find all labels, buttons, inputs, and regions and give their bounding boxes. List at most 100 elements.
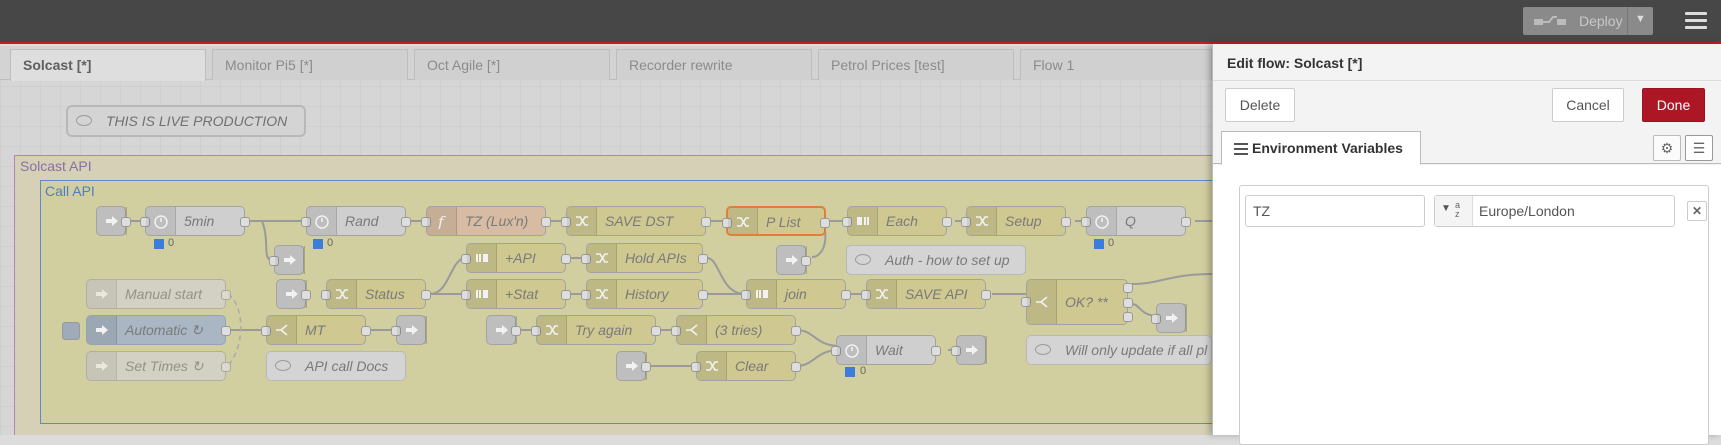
output-port[interactable]: [541, 217, 551, 227]
output-port[interactable]: [561, 290, 571, 300]
panel-title: Edit flow: Solcast [*]: [1227, 55, 1362, 71]
output-port[interactable]: [641, 362, 651, 372]
cancel-button[interactable]: Cancel: [1552, 88, 1624, 122]
inject-node-manual-start[interactable]: Manual start: [86, 279, 231, 309]
output-port[interactable]: [1123, 283, 1133, 293]
change-node-setup[interactable]: Setup: [961, 206, 1071, 236]
tab-solcast[interactable]: Solcast [*]: [10, 49, 206, 81]
change-node-try-again[interactable]: Try again: [531, 315, 661, 345]
delete-button[interactable]: Delete: [1225, 88, 1295, 122]
comment-auth[interactable]: Auth - how to set up: [846, 245, 1026, 275]
comment-live-production[interactable]: THIS IS LIVE PRODUCTION: [66, 105, 306, 137]
inject-arrow-icon: [87, 316, 117, 344]
output-port[interactable]: [1123, 312, 1133, 322]
comment-api-call-docs[interactable]: API call Docs: [266, 351, 406, 381]
join-node-plus-stat[interactable]: +Stat: [461, 279, 571, 309]
link-out-icon: [397, 316, 427, 344]
output-port[interactable]: [651, 326, 661, 336]
output-port[interactable]: [931, 346, 941, 356]
output-port[interactable]: [981, 290, 991, 300]
change-node-save-api[interactable]: SAVE API: [861, 279, 991, 309]
done-button[interactable]: Done: [1642, 88, 1705, 122]
inject-arrow-icon: [87, 352, 117, 380]
link-out-node[interactable]: [269, 245, 305, 275]
change-node-hold-apis[interactable]: Hold APIs: [581, 243, 708, 273]
type-select[interactable]: ▼ az: [1435, 196, 1473, 226]
link-in-node[interactable]: [776, 245, 811, 275]
deploy-dropdown-icon[interactable]: ▼: [1635, 13, 1646, 25]
remove-row-button[interactable]: ✕: [1687, 201, 1707, 221]
tab-environment-variables[interactable]: Environment Variables: [1221, 131, 1421, 165]
output-port[interactable]: [401, 217, 411, 227]
output-port[interactable]: [1061, 217, 1071, 227]
output-port[interactable]: [240, 217, 250, 227]
output-port[interactable]: [361, 326, 371, 336]
join-node-join[interactable]: join: [741, 279, 851, 309]
env-value-input[interactable]: ▼ az Europe/London: [1434, 195, 1675, 227]
function-node-tz[interactable]: f TZ (Lux'n): [421, 206, 551, 236]
output-port[interactable]: [121, 217, 131, 227]
delay-node-5min[interactable]: 5min: [140, 206, 250, 236]
delay-node-rand[interactable]: Rand: [301, 206, 411, 236]
delay-node-q[interactable]: Q: [1081, 206, 1191, 236]
tab-petrol-prices[interactable]: Petrol Prices [test]: [818, 49, 1014, 80]
switch-node-ok[interactable]: OK? **: [1021, 279, 1133, 325]
output-port[interactable]: [820, 218, 830, 228]
join-node-plus-api[interactable]: +API: [461, 243, 571, 273]
link-in-node[interactable]: [276, 279, 311, 309]
list-icon[interactable]: ☰: [1685, 135, 1713, 161]
output-port[interactable]: [841, 290, 851, 300]
hamburger-menu-icon[interactable]: [1685, 12, 1707, 30]
node-label: Hold APIs: [625, 250, 687, 266]
change-node-history[interactable]: History: [581, 279, 708, 309]
link-in-node[interactable]: [486, 315, 521, 345]
node-label: MT: [305, 322, 326, 338]
output-port[interactable]: [1181, 217, 1191, 227]
switch-node-mt[interactable]: MT: [261, 315, 371, 345]
comment-will-update[interactable]: Will only update if all pl: [1026, 335, 1212, 365]
switch-node-three-tries[interactable]: (3 tries): [671, 315, 801, 345]
output-port[interactable]: [221, 326, 231, 336]
node-label: API call Docs: [305, 358, 389, 374]
output-port[interactable]: [421, 290, 431, 300]
change-node-p-list[interactable]: P List: [722, 206, 830, 236]
output-port[interactable]: [561, 254, 571, 264]
output-port[interactable]: [698, 254, 708, 264]
change-node-status[interactable]: Status: [321, 279, 431, 309]
deploy-button[interactable]: Deploy ▼: [1523, 7, 1653, 35]
tab-monitor-pi5[interactable]: Monitor Pi5 [*]: [212, 49, 408, 80]
output-port[interactable]: [221, 290, 231, 300]
change-node-save-dst[interactable]: SAVE DST: [561, 206, 711, 236]
env-var-list: TZ ▼ az Europe/London ✕: [1239, 185, 1709, 445]
output-port[interactable]: [511, 326, 521, 336]
link-out-node[interactable]: [391, 315, 427, 345]
inject-trigger-button[interactable]: [62, 322, 80, 340]
env-name-input[interactable]: TZ: [1245, 195, 1425, 227]
delay-node-wait[interactable]: Wait: [831, 335, 941, 365]
output-port[interactable]: [791, 362, 801, 372]
link-out-node[interactable]: [1151, 303, 1187, 333]
link-in-node[interactable]: [616, 351, 651, 381]
switch-icon: [1027, 280, 1057, 324]
output-port[interactable]: [791, 326, 801, 336]
shuffle-icon: [327, 280, 357, 308]
inject-node-automatic[interactable]: Automatic ↻: [86, 315, 231, 345]
output-port[interactable]: [301, 290, 311, 300]
output-port[interactable]: [942, 217, 952, 227]
output-port[interactable]: [698, 290, 708, 300]
split-node-each[interactable]: Each: [842, 206, 952, 236]
output-port[interactable]: [801, 256, 811, 266]
output-port[interactable]: [1123, 298, 1133, 308]
tab-flow-1[interactable]: Flow 1: [1020, 49, 1212, 80]
link-out-node[interactable]: [951, 335, 987, 365]
output-port[interactable]: [701, 217, 711, 227]
output-port[interactable]: [221, 362, 231, 372]
tab-oct-agile[interactable]: Oct Agile [*]: [414, 49, 610, 80]
gear-icon[interactable]: ⚙: [1653, 135, 1681, 161]
node-label: Auth - how to set up: [885, 252, 1010, 268]
caret-down-icon: ▼: [1441, 203, 1451, 214]
change-node-clear[interactable]: Clear: [691, 351, 801, 381]
link-in-node[interactable]: [96, 206, 131, 236]
inject-node-set-times[interactable]: Set Times ↻: [86, 351, 231, 381]
tab-recorder-rewrite[interactable]: Recorder rewrite: [616, 49, 812, 80]
